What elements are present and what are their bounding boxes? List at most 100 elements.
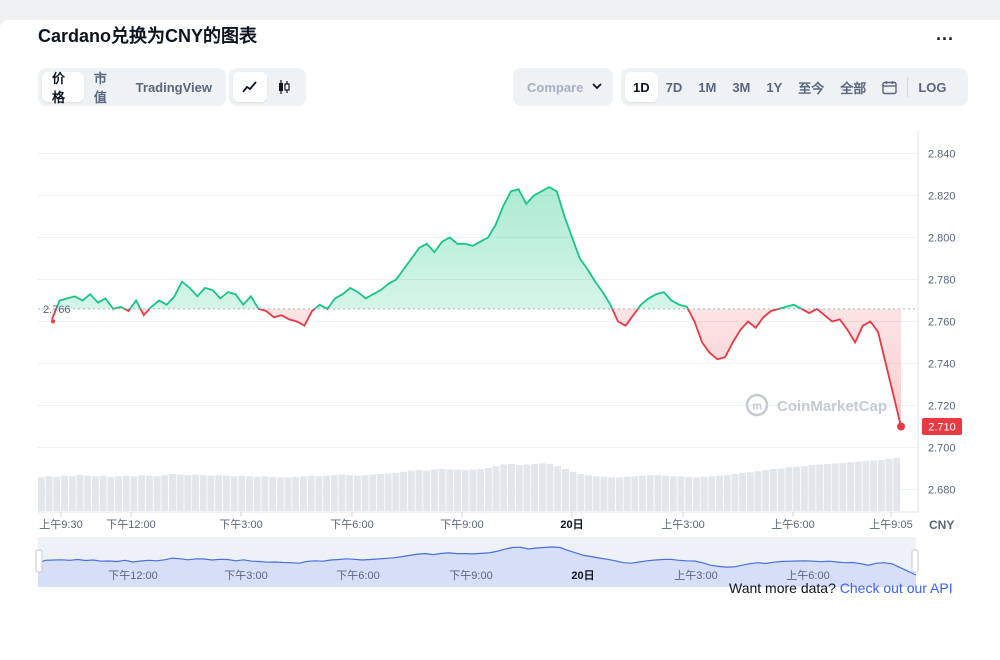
volume-bar <box>238 475 246 511</box>
volume-bar <box>377 474 384 511</box>
volume-bar <box>61 475 69 511</box>
volume-bar <box>384 473 392 511</box>
volume-bar <box>161 475 169 511</box>
volume-bar <box>854 461 862 511</box>
volume-bar <box>500 464 508 511</box>
volume-bar <box>153 476 161 511</box>
volume-bar <box>84 475 92 511</box>
y-tick-label: 2.820 <box>928 191 956 203</box>
volume-bar <box>184 475 192 511</box>
volume-bar <box>423 470 431 511</box>
volume-bar <box>600 476 608 511</box>
volume-bar <box>91 476 99 511</box>
start-point <box>51 319 55 324</box>
volume-bar <box>816 464 824 511</box>
volume-bar <box>847 462 854 511</box>
volume-bar <box>577 474 585 511</box>
volume-bar <box>623 476 631 511</box>
volume-bar <box>199 475 207 511</box>
y-tick-label: 2.700 <box>928 443 956 455</box>
volume-bar <box>808 465 816 511</box>
y-tick-label: 2.840 <box>928 149 956 161</box>
watermark-text: CoinMarketCap <box>777 398 887 415</box>
volume-bar <box>338 474 346 511</box>
y-axis: 2.840 2.820 2.800 2.780 2.760 2.740 2.720 2.700… <box>928 149 956 497</box>
watermark: m CoinMarketCap <box>745 393 887 417</box>
volume-bar <box>508 463 515 511</box>
volume-bar <box>708 476 716 511</box>
volume-bar <box>369 474 377 511</box>
volume-bar <box>299 476 307 511</box>
volume-bar <box>68 476 76 511</box>
volume-bar <box>569 471 577 511</box>
area-above-baseline <box>56 187 802 309</box>
volume-bar <box>122 475 130 511</box>
volume-bar <box>446 469 454 511</box>
volume-bar <box>215 475 223 511</box>
navigator-tick-label: 下午12:00 <box>108 569 158 582</box>
volume-bar <box>346 475 354 511</box>
volume-bar <box>145 475 153 511</box>
volume-bar <box>877 460 885 511</box>
volume-bar <box>677 476 685 511</box>
volume-bar <box>785 467 793 511</box>
x-tick-label: 20日 <box>560 518 583 531</box>
volume-bar <box>99 475 107 511</box>
volume-bar <box>461 470 469 511</box>
volume-bar <box>115 476 122 511</box>
volume-bar <box>777 468 785 511</box>
api-link[interactable]: Check out our API <box>840 580 953 596</box>
price-chart[interactable]: m CoinMarketCap 2.766 2.840 2.820 2.800 2.7… <box>0 0 1000 600</box>
volume-bar <box>716 475 723 511</box>
last-price-badge: 2.710 <box>922 418 962 435</box>
volume-bar <box>53 476 61 511</box>
last-price-value: 2.710 <box>928 422 956 434</box>
currency-label: CNY <box>929 518 954 532</box>
volume-bar <box>523 464 531 511</box>
volume-bar <box>554 466 562 511</box>
navigator-handle-left[interactable] <box>35 549 43 573</box>
volume-bar <box>323 475 331 511</box>
volume-bars <box>38 457 901 511</box>
volume-bar <box>770 469 777 511</box>
api-promo: Want more data? Check out our API <box>729 580 953 596</box>
volume-bar <box>646 475 654 511</box>
volume-bar <box>585 475 592 511</box>
volume-bar <box>261 476 269 511</box>
volume-bar <box>107 476 115 511</box>
volume-bar <box>492 466 500 511</box>
volume-bar <box>246 476 253 511</box>
volume-bar <box>839 462 847 511</box>
volume-bar <box>307 475 315 511</box>
volume-bar <box>662 475 670 511</box>
x-axis: 上午9:30 下午12:00 下午3:00 下午6:00 下午9:00 20日 上午3:00… <box>39 512 913 531</box>
baseline-label: 2.766 <box>43 304 71 316</box>
y-tick-label: 2.720 <box>928 401 956 413</box>
volume-bar <box>438 469 446 511</box>
x-tick-label: 下午12:00 <box>106 518 156 531</box>
volume-bar <box>222 475 230 511</box>
volume-bar <box>893 457 901 511</box>
volume-bar <box>292 476 300 511</box>
volume-bar <box>168 474 176 511</box>
chart-grid <box>38 130 919 513</box>
api-promo-text: Want more data? <box>729 580 836 596</box>
y-tick-label: 2.680 <box>928 485 956 497</box>
volume-bar <box>700 476 708 511</box>
navigator-handle-right[interactable] <box>911 549 919 573</box>
y-tick-label: 2.780 <box>928 275 956 287</box>
volume-bar <box>862 461 870 511</box>
y-tick-label: 2.800 <box>928 233 956 245</box>
volume-bar <box>831 463 839 511</box>
y-tick-label: 2.760 <box>928 317 956 329</box>
navigator-tick-label: 下午3:00 <box>224 569 267 582</box>
volume-bar <box>754 471 762 511</box>
volume-bar <box>207 475 215 511</box>
volume-bar <box>315 476 323 511</box>
volume-bar <box>45 476 53 511</box>
volume-bar <box>631 476 639 511</box>
volume-bar <box>253 476 261 511</box>
baseline-value: 2.766 <box>43 304 71 316</box>
x-tick-label: 上午6:00 <box>771 518 814 531</box>
x-tick-label: 下午9:00 <box>440 518 483 531</box>
